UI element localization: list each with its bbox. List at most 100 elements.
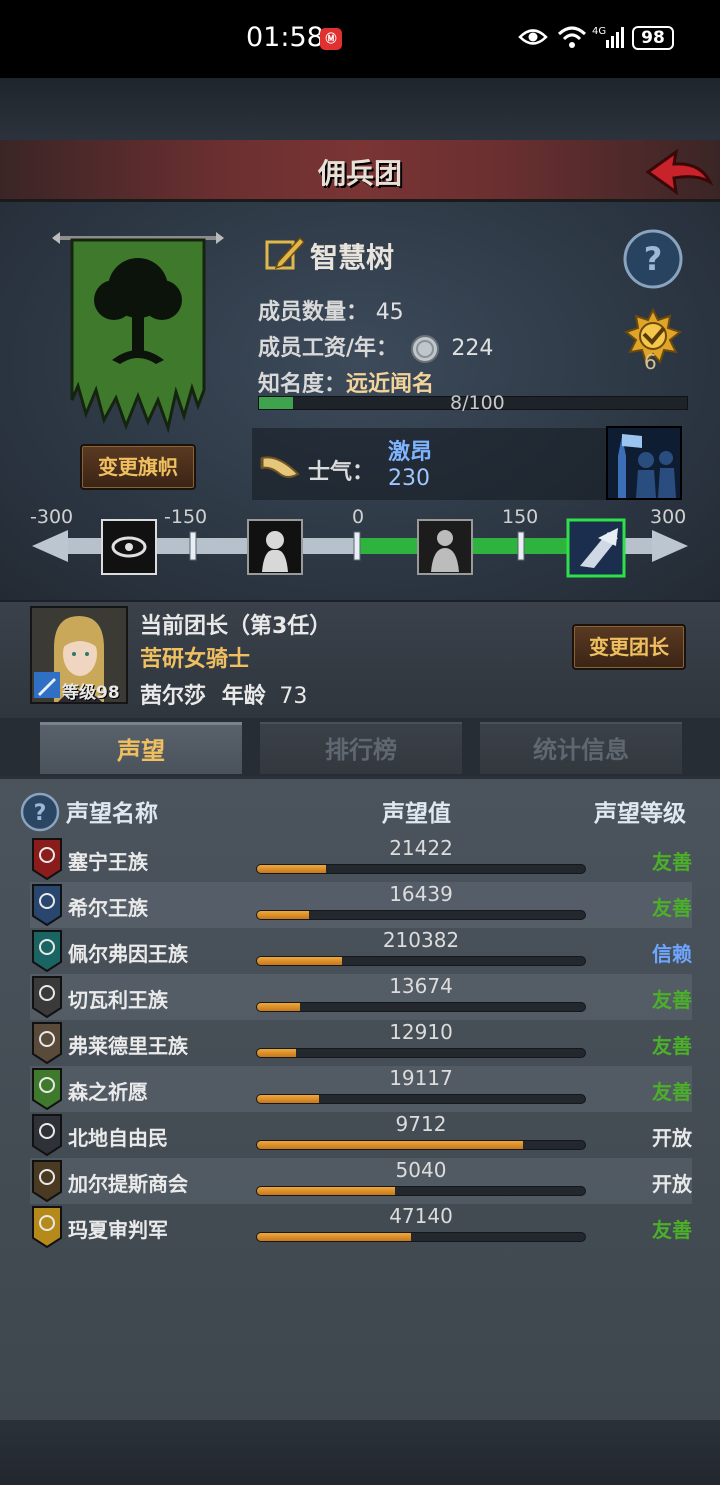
- reputation-progress-fill: [257, 1141, 523, 1149]
- reputation-progress-bar: [256, 1232, 586, 1242]
- table-row[interactable]: 佩尔弗因王族 210382 信赖: [30, 928, 692, 974]
- reputation-progress-bar: [256, 1002, 586, 1012]
- table-row[interactable]: 森之祈愿 19117 友善: [30, 1066, 692, 1112]
- fame-value: 远近闻名: [346, 372, 435, 397]
- reputation-value: 21422: [389, 836, 453, 860]
- fame-progress-text: 8/100: [450, 392, 505, 414]
- fame-row: 知名度：远近闻名: [258, 366, 434, 398]
- guild-banner: [52, 232, 224, 434]
- faction-emblem-icon: [32, 1022, 62, 1064]
- morale-soldiers-icon[interactable]: [606, 426, 682, 500]
- salary-label: 成员工资/年：: [258, 336, 399, 361]
- faction-name: 森之祈愿: [68, 1080, 148, 1104]
- morale-value: 230: [388, 466, 430, 491]
- faction-name: 加尔提斯商会: [68, 1172, 188, 1196]
- reputation-level: 开放: [652, 1172, 692, 1196]
- salary-value: 224: [451, 336, 494, 361]
- salary-row: 成员工资/年： 224: [258, 330, 493, 364]
- sword-skill-icon: [34, 672, 60, 698]
- table-row[interactable]: 玛夏审判军 47140 友善: [30, 1204, 692, 1250]
- reputation-progress-bar: [256, 1140, 586, 1150]
- morale-stage-fear-icon: [247, 519, 303, 575]
- reputation-value: 12910: [389, 1020, 453, 1044]
- leader-title: 当前团长（第3任）: [140, 614, 332, 639]
- faction-name: 希尔王族: [68, 896, 148, 920]
- reputation-level: 友善: [652, 988, 692, 1012]
- faction-name: 佩尔弗因王族: [68, 942, 188, 966]
- reputation-level: 友善: [652, 850, 692, 874]
- leader-name: 茜尔莎: [140, 684, 207, 709]
- rank-number: 6: [644, 350, 657, 374]
- morale-stage-calm-icon: [417, 519, 473, 575]
- faction-name: 塞宁王族: [68, 850, 148, 874]
- faction-emblem-icon: [32, 838, 62, 880]
- status-time: 01:58: [246, 22, 324, 53]
- reputation-progress-fill: [257, 911, 310, 919]
- faction-emblem-icon: [32, 976, 62, 1018]
- reputation-progress-fill: [257, 1095, 320, 1103]
- reputation-level: 友善: [652, 1034, 692, 1058]
- column-header-value: 声望值: [382, 801, 451, 827]
- table-row[interactable]: 希尔王族 16439 友善: [30, 882, 692, 928]
- leader-age: 73: [279, 684, 308, 709]
- reputation-value: 19117: [389, 1066, 453, 1090]
- reputation-level: 友善: [652, 1218, 692, 1242]
- morale-state: 激昂: [388, 440, 433, 465]
- table-row[interactable]: 加尔提斯商会 5040 开放: [30, 1158, 692, 1204]
- reputation-progress-bar: [256, 956, 586, 966]
- faction-emblem-icon: [32, 884, 62, 926]
- status-bar: 01:58 Ⓜ 4G 98: [0, 0, 720, 78]
- signal-icon: 4G: [592, 26, 624, 48]
- table-row[interactable]: 北地自由民 9712 开放: [30, 1112, 692, 1158]
- morale-scale: -300 -150 0 150 300: [28, 506, 692, 586]
- faction-name: 弗莱德里王族: [68, 1034, 188, 1058]
- reputation-level: 友善: [652, 896, 692, 920]
- title-bar: 佣兵团: [0, 140, 720, 202]
- reputation-progress-bar: [256, 1186, 586, 1196]
- reputation-value: 210382: [382, 928, 460, 952]
- morale-stage-despair-icon: [101, 519, 157, 575]
- faction-name: 切瓦利王族: [68, 988, 168, 1012]
- help-icon[interactable]: ?: [622, 228, 684, 290]
- reputation-progress-fill: [257, 1233, 412, 1241]
- bottom-band: [0, 1420, 720, 1485]
- change-leader-button[interactable]: 变更团长: [572, 624, 686, 670]
- net-label: 4G: [592, 26, 606, 37]
- faction-emblem-icon: [32, 930, 62, 972]
- table-row[interactable]: 弗莱德里王族 12910 友善: [30, 1020, 692, 1066]
- leader-level: 等级98: [62, 683, 120, 703]
- morale-stage-inspired-icon: [566, 518, 626, 578]
- app-notification-icon: Ⓜ: [320, 28, 342, 50]
- table-row[interactable]: 塞宁王族 21422 友善: [30, 836, 692, 882]
- tab-reputation[interactable]: 声望: [40, 722, 242, 774]
- page-title: 佣兵团: [317, 157, 402, 190]
- reputation-value: 47140: [389, 1204, 453, 1228]
- leader-age-label: 年龄: [221, 684, 266, 709]
- reputation-progress-fill: [257, 1187, 395, 1195]
- reputation-level: 友善: [652, 1080, 692, 1104]
- reputation-level: 信赖: [652, 942, 692, 966]
- change-banner-button[interactable]: 变更旗帜: [80, 444, 196, 490]
- svg-text:?: ?: [644, 240, 663, 278]
- fame-progress-fill: [259, 397, 294, 409]
- fame-label: 知名度：: [258, 372, 347, 397]
- reputation-value: 9712: [395, 1112, 447, 1136]
- morale-label: 士气：: [308, 460, 375, 485]
- members-row: 成员数量： 45: [258, 294, 404, 326]
- members-value: 45: [375, 300, 404, 325]
- guild-name: 智慧树: [310, 241, 395, 274]
- leader-name-row: 茜尔莎 年龄 73: [140, 678, 307, 710]
- reputation-progress-bar: [256, 1094, 586, 1104]
- members-label: 成员数量：: [258, 300, 369, 325]
- reputation-help-icon[interactable]: ?: [20, 792, 60, 832]
- tab-ranking[interactable]: 排行榜: [260, 722, 462, 774]
- tab-statistics[interactable]: 统计信息: [480, 722, 682, 774]
- back-arrow-icon[interactable]: [642, 144, 714, 198]
- reputation-level: 开放: [652, 1126, 692, 1150]
- edit-name-icon[interactable]: [264, 234, 304, 274]
- reputation-value: 13674: [389, 974, 453, 998]
- reputation-progress-fill: [257, 865, 326, 873]
- reputation-value: 16439: [389, 882, 453, 906]
- reputation-value: 5040: [395, 1158, 447, 1182]
- table-row[interactable]: 切瓦利王族 13674 友善: [30, 974, 692, 1020]
